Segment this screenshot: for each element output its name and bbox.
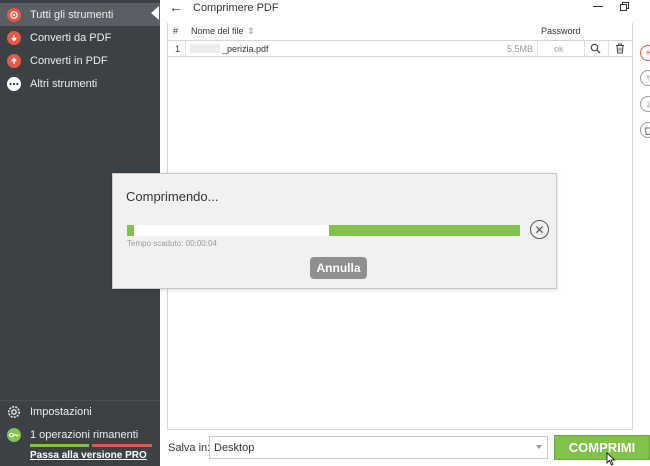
upgrade-pro-link[interactable]: Passa alla versione PRO	[30, 450, 147, 461]
page-title: Comprimere PDF	[193, 2, 279, 14]
settings-label: Impostazioni	[30, 406, 92, 418]
convert-to-pdf-icon	[7, 53, 21, 68]
back-arrow-icon[interactable]: ←	[168, 0, 184, 15]
operations-bar-used	[30, 444, 89, 447]
key-icon	[7, 428, 21, 442]
trash-icon[interactable]	[615, 43, 625, 54]
row-number: 1	[175, 44, 181, 54]
sidebar-item-all-tools[interactable]: Tutti gli strumenti	[0, 3, 160, 26]
move-down-button[interactable]: ↓	[640, 96, 650, 112]
cell-divider	[584, 41, 585, 56]
row-filename: _perizia.pdf	[222, 44, 269, 54]
move-up-button[interactable]: ↑	[640, 70, 650, 86]
progress-fill-start	[127, 225, 134, 236]
sidebar-item-more-tools[interactable]: Altri strumenti	[0, 72, 160, 95]
cell-divider	[185, 41, 186, 56]
sidebar-item-label: Converti da PDF	[30, 31, 112, 44]
column-filename[interactable]: Nome del file	[191, 26, 244, 36]
progress-fill	[329, 225, 520, 236]
sidebar-item-convert-to-pdf[interactable]: Converti in PDF	[0, 49, 160, 72]
sidebar-item-label: Converti in PDF	[30, 54, 108, 67]
gear-icon	[8, 406, 20, 418]
convert-from-pdf-icon	[7, 30, 21, 45]
operations-remaining: 1 operazioni rimanenti	[7, 428, 138, 442]
cell-divider	[537, 41, 538, 56]
close-icon[interactable]: ✕	[530, 220, 549, 239]
delete-all-button[interactable]	[640, 122, 650, 138]
minimize-icon[interactable]	[593, 6, 603, 7]
cell-divider	[608, 41, 609, 56]
restore-window-icon[interactable]	[619, 1, 631, 13]
compress-progress-dialog: Comprimendo... Tempo scaduto: 00:00:04 ✕…	[112, 173, 557, 289]
sidebar-item-convert-from-pdf[interactable]: Converti da PDF	[0, 26, 160, 49]
elapsed-time: Tempo scaduto: 00:00:04	[127, 239, 217, 248]
cancel-button[interactable]: Annulla	[310, 257, 367, 279]
chevron-down-icon	[536, 445, 542, 449]
row-size: 5.5MB	[507, 44, 534, 54]
trash-icon	[644, 127, 650, 135]
table-row[interactable]: 1 _perizia.pdf 5.5MB ok	[168, 40, 632, 57]
column-password: Password	[541, 26, 581, 36]
sidebar-item-label: Altri strumenti	[30, 77, 98, 90]
collapse-arrow-icon[interactable]	[151, 6, 159, 20]
all-tools-icon	[7, 7, 21, 22]
sidebar-item-label: Tutti gli strumenti	[30, 8, 114, 21]
progress-bar	[127, 225, 520, 236]
redacted-filename	[190, 44, 220, 53]
sort-icon[interactable]: ⇕	[247, 26, 255, 37]
add-file-button[interactable]: +	[640, 45, 650, 61]
operations-label: 1 operazioni rimanenti	[30, 429, 139, 441]
save-in-label: Salva in:	[168, 442, 211, 454]
dialog-title: Comprimendo...	[126, 189, 219, 204]
compress-button[interactable]: COMPRIMI	[554, 435, 650, 460]
search-icon[interactable]	[590, 43, 601, 54]
table-header: # Nome del file ⇕ Password	[167, 23, 633, 39]
operations-bar	[30, 444, 152, 447]
sidebar-divider	[0, 400, 160, 401]
mouse-cursor-icon	[606, 452, 616, 466]
more-tools-icon	[7, 76, 21, 91]
save-location-value: Desktop	[214, 441, 255, 454]
column-number: #	[173, 26, 179, 36]
save-location-select[interactable]: Desktop	[209, 436, 548, 459]
settings-button[interactable]: Impostazioni	[7, 404, 92, 420]
row-password: ok	[554, 44, 564, 54]
operations-bar-remaining	[92, 444, 152, 447]
